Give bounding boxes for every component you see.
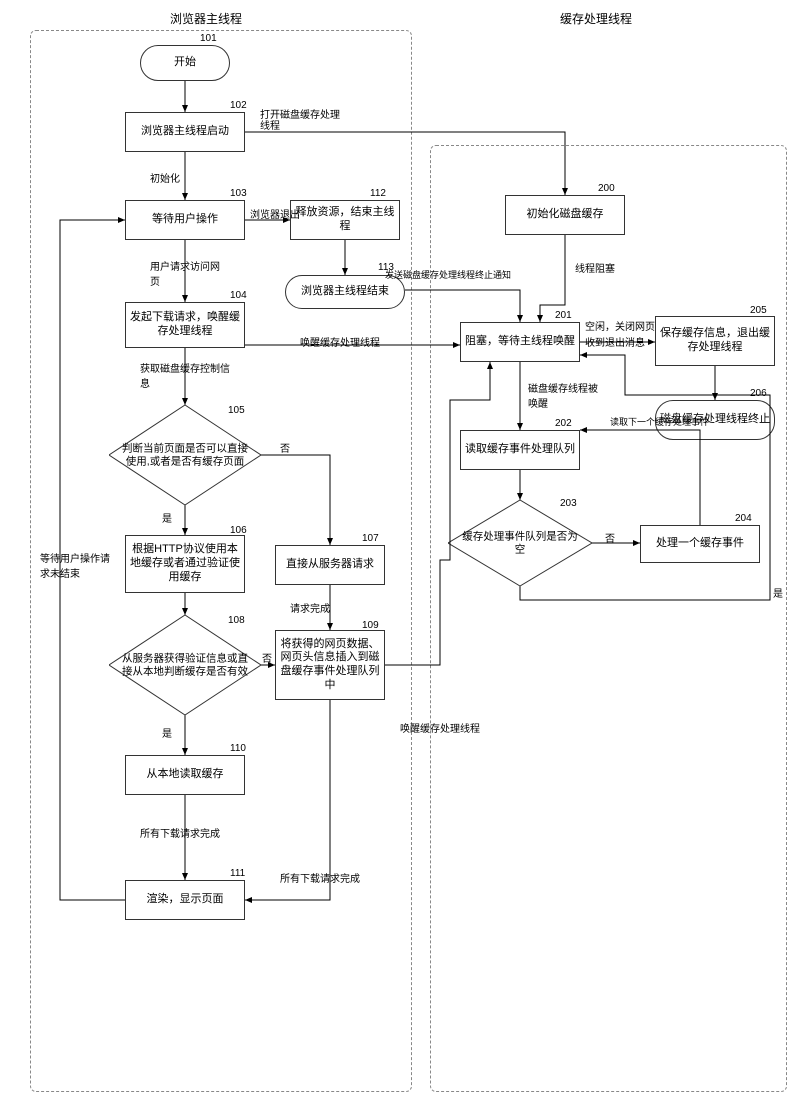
num-111: 111: [230, 868, 245, 879]
num-106: 106: [230, 525, 247, 536]
node-200: 初始化磁盘缓存: [505, 195, 625, 235]
swimlane-left-title: 浏览器主线程: [170, 10, 242, 27]
node-111: 渲染，显示页面: [125, 880, 245, 920]
num-108: 108: [228, 615, 245, 626]
node-112: 释放资源，结束主线程: [290, 200, 400, 240]
num-104: 104: [230, 290, 247, 301]
edge-recv-exit: 收到退出消息: [585, 334, 645, 349]
edge-init: 初始化: [150, 170, 180, 185]
edge-user-req: 用户请求访问网页: [150, 258, 220, 288]
edge-all-done1: 所有下载请求完成: [140, 825, 220, 840]
node-203: 缓存处理事件队列是否为空: [448, 500, 592, 586]
edge-open-cache-thread: 打开磁盘缓存处理线程: [260, 110, 340, 132]
node-107: 直接从服务器请求: [275, 545, 385, 585]
node-106: 根据HTTP协议使用本地缓存或者通过验证使用缓存: [125, 535, 245, 593]
flowchart-canvas: 浏览器主线程 缓存处理线程 开始 101 浏览器主线程启动 102 等待用户操作…: [0, 0, 800, 1099]
num-107: 107: [362, 533, 379, 544]
edge-cache-wake: 磁盘缓存线程被唤醒: [528, 380, 598, 410]
edge-send-exit: 发送磁盘缓存处理线程终止通知: [385, 268, 511, 281]
node-108: 从服务器获得验证信息或直接从本地判断缓存是否有效: [109, 615, 261, 715]
edge-thread-block: 线程阻塞: [575, 260, 615, 275]
edge-105-no: 否: [280, 440, 290, 455]
edge-req-done: 请求完成: [290, 600, 330, 615]
num-103: 103: [230, 188, 247, 199]
num-203: 203: [560, 498, 577, 509]
num-204: 204: [735, 513, 752, 524]
num-101: 101: [200, 33, 217, 44]
num-205: 205: [750, 305, 767, 316]
node-104: 发起下载请求，唤醒缓存处理线程: [125, 302, 245, 348]
edge-203-yes: 是: [773, 585, 783, 600]
node-201: 阻塞，等待主线程唤醒: [460, 322, 580, 362]
edge-wait-user: 等待用户操作请求未结束: [40, 550, 110, 580]
node-202: 读取缓存事件处理队列: [460, 430, 580, 470]
swimlane-right-title: 缓存处理线程: [560, 10, 632, 27]
edge-browser-exit: 浏览器退出: [250, 206, 300, 221]
edge-wake-handler-104: 唤醒缓存处理线程: [300, 334, 380, 349]
node-103: 等待用户操作: [125, 200, 245, 240]
num-105: 105: [228, 405, 245, 416]
edge-free-close: 空闲，关闭网页: [585, 318, 655, 333]
node-101-start: 开始: [140, 45, 230, 81]
node-205: 保存缓存信息，退出缓存处理线程: [655, 316, 775, 366]
edge-108-yes: 是: [162, 725, 172, 740]
num-202: 202: [555, 418, 572, 429]
num-112: 112: [370, 188, 386, 199]
edge-108-no: 否: [262, 650, 272, 665]
num-102: 102: [230, 100, 247, 111]
edge-105-yes: 是: [162, 510, 172, 525]
num-109: 109: [362, 620, 379, 631]
num-200: 200: [598, 183, 615, 194]
edge-get-next: 读取下一个缓存处理事件: [610, 415, 709, 428]
num-201: 201: [555, 310, 572, 321]
node-110: 从本地读取缓存: [125, 755, 245, 795]
num-206: 206: [750, 388, 767, 399]
node-204: 处理一个缓存事件: [640, 525, 760, 563]
edge-get-cache-ctrl: 获取磁盘缓存控制信息: [140, 360, 230, 390]
node-102: 浏览器主线程启动: [125, 112, 245, 152]
swimlane-right: [430, 145, 787, 1092]
node-109: 将获得的网页数据、网页头信息插入到磁盘缓存事件处理队列中: [275, 630, 385, 700]
edge-all-done2: 所有下载请求完成: [280, 870, 360, 885]
edge-203-no: 否: [605, 530, 615, 545]
num-110: 110: [230, 743, 246, 754]
edge-wake-handler-109: 唤醒缓存处理线程: [400, 720, 480, 735]
node-105: 判断当前页面是否可以直接使用,或者是否有缓存页面: [109, 405, 261, 505]
